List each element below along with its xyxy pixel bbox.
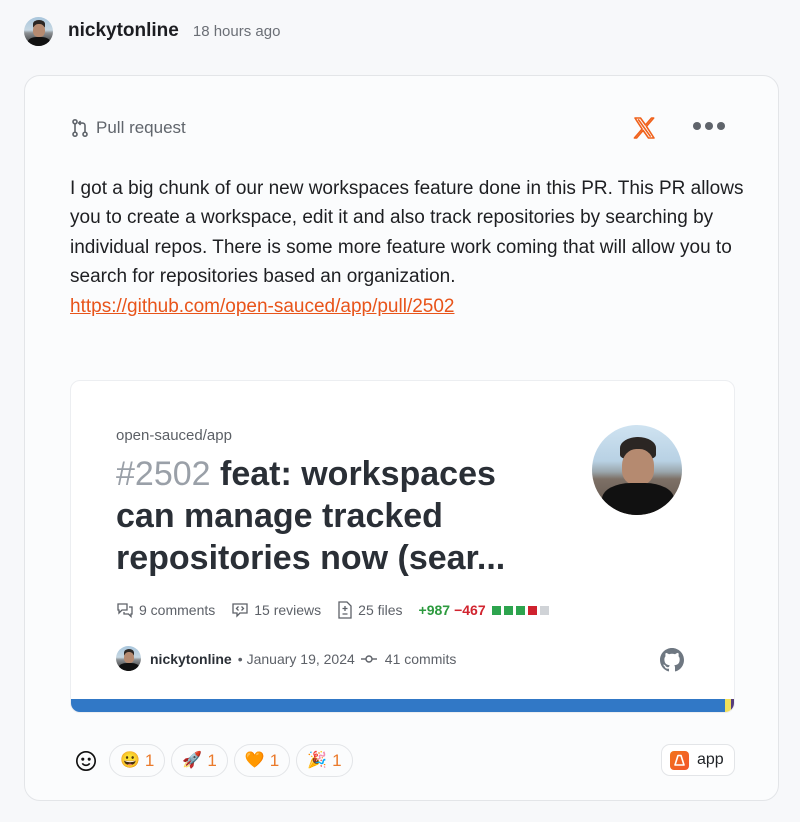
post-card: Pull request I got a big chunk of our ne… [24,75,779,801]
diff-block [503,606,513,615]
repo-chip-name: app [697,751,724,768]
files-stat: 25 files [337,601,403,619]
reaction-count: 1 [332,750,342,770]
author-name[interactable]: nickytonline [68,20,179,42]
deletions-count: −467 [454,602,486,618]
pr-author-avatar [116,646,141,671]
post-body-text: I got a big chunk of our new workspaces … [70,178,744,288]
diff-block [515,606,525,615]
open-sauced-logo-icon [670,750,689,770]
reviews-stat: 15 reviews [231,602,321,618]
post-body: I got a big chunk of our new workspaces … [70,174,750,321]
language-segment [71,699,725,712]
commits-count: 41 commits [384,650,457,667]
pr-date: January 19, 2024 [246,650,355,667]
repo-name: open-sauced/app [116,427,232,444]
comments-count: 9 comments [139,602,216,618]
github-icon[interactable] [660,648,684,672]
reaction-count: 1 [269,750,280,770]
pr-title: #2502 feat: workspaces can manage tracke… [116,453,556,579]
pr-stats: 9 comments 15 reviews 25 files +987 −467 [116,601,552,619]
repo-chip[interactable]: app [661,744,735,776]
grinning-emoji-icon: 😀 [120,751,140,769]
post-type: Pull request [70,118,186,138]
pr-author-row: nickytonline • January 19, 2024 41 commi… [116,646,456,671]
pull-request-icon [72,118,88,138]
post-timestamp: 18 hours ago [192,22,281,40]
diff-block [527,606,537,615]
code-review-icon [232,603,248,618]
reaction-tada[interactable]: 🎉 1 [296,744,353,777]
tada-emoji-icon: 🎉 [307,751,328,769]
additions-count: +987 [418,602,451,618]
reactions-row: 😀 1 🚀 1 🧡 1 🎉 1 [75,744,359,777]
reaction-rocket[interactable]: 🚀 1 [171,744,228,777]
comments-stat: 9 comments [116,602,215,618]
pr-author-name: nickytonline [150,650,232,667]
files-count: 25 files [358,602,403,618]
smiley-add-icon[interactable] [75,750,97,772]
reaction-grinning[interactable]: 😀 1 [109,744,166,777]
separator-dot: • [237,650,243,667]
post-header: nickytonline 18 hours ago [24,16,280,46]
author-avatar[interactable] [24,16,53,46]
git-commit-icon [360,654,377,663]
pr-link[interactable]: https://github.com/open-sauced/app/pull/… [70,292,750,321]
diff-block [491,606,501,615]
reviews-count: 15 reviews [254,602,322,618]
rocket-emoji-icon: 🚀 [182,751,203,769]
diff-block [539,606,549,615]
x-logo-icon[interactable] [632,116,656,140]
reaction-heart[interactable]: 🧡 1 [233,744,291,777]
pr-author-avatar-large [592,425,682,515]
comments-icon [117,603,133,618]
language-bar [71,699,734,712]
post-type-label: Pull request [96,118,186,137]
reaction-count: 1 [144,750,155,770]
language-segment [730,699,734,712]
reaction-count: 1 [207,750,217,770]
more-options-icon[interactable] [693,122,725,130]
diff-blocks [491,602,552,618]
heart-emoji-icon: 🧡 [244,751,265,769]
pr-number: #2502 [116,455,211,493]
file-diff-icon [338,601,352,619]
pr-preview-card[interactable]: open-sauced/app #2502 feat: workspaces c… [70,380,735,713]
